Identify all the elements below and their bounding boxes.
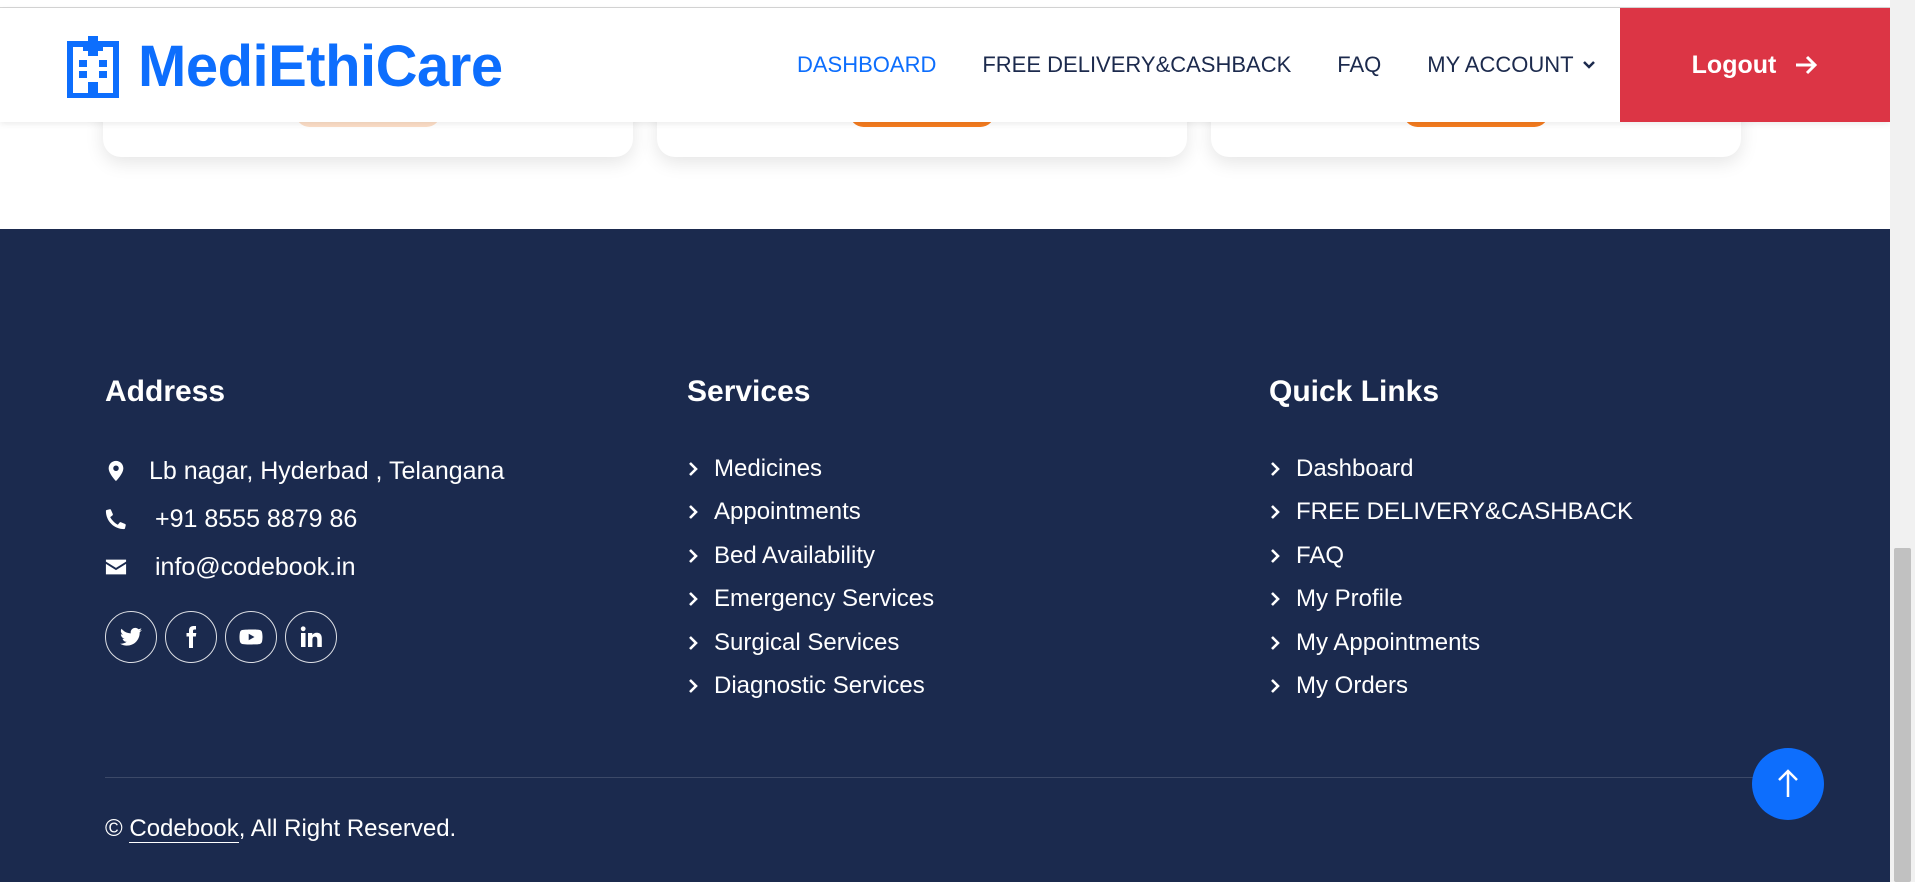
twitter-icon [120, 627, 142, 646]
address-location: Lb nagar, Hyderbad , Telangana [105, 447, 504, 495]
scrollbar-thumb[interactable] [1894, 548, 1911, 882]
back-to-top-button[interactable] [1752, 748, 1824, 820]
footer-address-title: Address [105, 375, 226, 408]
services-link-emergency[interactable]: Emergency Services [687, 578, 934, 622]
hospital-icon [67, 35, 119, 98]
copyright-prefix: © [105, 815, 130, 842]
envelope-icon [105, 556, 127, 578]
quick-link-faq[interactable]: FAQ [1269, 534, 1633, 578]
chevron-right-icon [689, 505, 698, 520]
youtube-link[interactable] [225, 611, 277, 663]
youtube-icon [239, 629, 263, 645]
address-email: info@codebook.in [105, 543, 504, 591]
brand-logo-link[interactable]: MediEthiCare [66, 33, 503, 100]
page-scrollbar[interactable] [1890, 0, 1915, 882]
services-link-label: Emergency Services [714, 585, 935, 613]
services-link-medicines[interactable]: Medicines [687, 447, 934, 491]
address-phone-text: +91 8555 8879 86 [155, 504, 358, 533]
services-link-label: Surgical Services [714, 628, 900, 656]
quick-link-label: FAQ [1296, 541, 1345, 569]
navbar: MediEthiCare DASHBOARD FREE DELIVERY&CAS… [0, 8, 1890, 122]
services-link-label: Appointments [714, 498, 861, 526]
nav-item-faq[interactable]: FAQ [1337, 52, 1381, 78]
footer: Address Lb nagar, Hyderbad , Telangana +… [0, 229, 1890, 882]
copyright: © Codebook, All Right Reserved. [105, 815, 456, 843]
chevron-right-icon [689, 592, 698, 607]
quick-link-label: FREE DELIVERY&CASHBACK [1296, 498, 1633, 526]
nav-menu: DASHBOARD FREE DELIVERY&CASHBACK FAQ MY … [797, 8, 1596, 122]
nav-item-my-account[interactable]: MY ACCOUNT [1427, 52, 1595, 78]
quick-link-label: Dashboard [1296, 454, 1414, 482]
chevron-right-icon [1271, 548, 1280, 563]
address-location-text: Lb nagar, Hyderbad , Telangana [149, 456, 505, 485]
quick-link-label: My Orders [1296, 672, 1409, 700]
quick-link-free-delivery[interactable]: FREE DELIVERY&CASHBACK [1269, 491, 1633, 535]
services-link-diagnostic[interactable]: Diagnostic Services [687, 665, 934, 709]
facebook-icon [186, 626, 197, 648]
quick-link-my-orders[interactable]: My Orders [1269, 665, 1633, 709]
chevron-right-icon [1271, 635, 1280, 650]
services-link-label: Diagnostic Services [714, 672, 925, 700]
phone-icon [105, 508, 127, 530]
services-link-appointments[interactable]: Appointments [687, 491, 934, 535]
nav-item-my-account-label: MY ACCOUNT [1427, 52, 1574, 77]
footer-quick-links-column: Quick Links Dashboard FREE DELIVERY&CASH… [1269, 375, 1633, 708]
twitter-link[interactable] [105, 611, 157, 663]
chevron-right-icon [1271, 461, 1280, 476]
copyright-link[interactable]: Codebook [129, 815, 239, 843]
map-marker-icon [105, 460, 127, 482]
chevron-right-icon [689, 679, 698, 694]
arrow-right-icon [1796, 55, 1818, 75]
linkedin-link[interactable] [285, 611, 337, 663]
quick-link-dashboard[interactable]: Dashboard [1269, 447, 1633, 491]
footer-quick-links-title: Quick Links [1269, 375, 1440, 408]
facebook-link[interactable] [165, 611, 217, 663]
footer-services-title: Services [687, 375, 811, 408]
nav-item-dashboard[interactable]: DASHBOARD [797, 52, 936, 78]
address-phone: +91 8555 8879 86 [105, 495, 504, 543]
social-links [105, 611, 504, 663]
footer-address-column: Address Lb nagar, Hyderbad , Telangana +… [105, 375, 504, 663]
linkedin-icon [300, 626, 322, 647]
chevron-right-icon [689, 461, 698, 476]
quick-link-label: My Profile [1296, 585, 1403, 613]
chevron-right-icon [689, 548, 698, 563]
logout-label: Logout [1691, 50, 1777, 79]
quick-link-my-appointments[interactable]: My Appointments [1269, 621, 1633, 665]
chevron-right-icon [1271, 592, 1280, 607]
arrow-up-icon [1778, 769, 1798, 797]
services-link-bed-availability[interactable]: Bed Availability [687, 534, 934, 578]
services-link-surgical[interactable]: Surgical Services [687, 621, 934, 665]
chevron-right-icon [1271, 505, 1280, 520]
quick-link-label: My Appointments [1296, 628, 1481, 656]
chevron-right-icon [689, 635, 698, 650]
brand-name: MediEthiCare [138, 34, 503, 99]
chevron-right-icon [1271, 679, 1280, 694]
services-link-label: Medicines [714, 454, 823, 482]
footer-divider [105, 777, 1795, 778]
chevron-down-icon [1582, 61, 1595, 69]
logout-button[interactable]: Logout [1620, 8, 1890, 122]
copyright-suffix: , All Right Reserved. [238, 815, 457, 842]
quick-link-my-profile[interactable]: My Profile [1269, 578, 1633, 622]
address-email-text: info@codebook.in [155, 552, 356, 581]
nav-item-free-delivery[interactable]: FREE DELIVERY&CASHBACK [982, 52, 1291, 78]
services-link-label: Bed Availability [714, 541, 875, 569]
footer-services-column: Services Medicines Appointments Bed Avai… [687, 375, 934, 708]
